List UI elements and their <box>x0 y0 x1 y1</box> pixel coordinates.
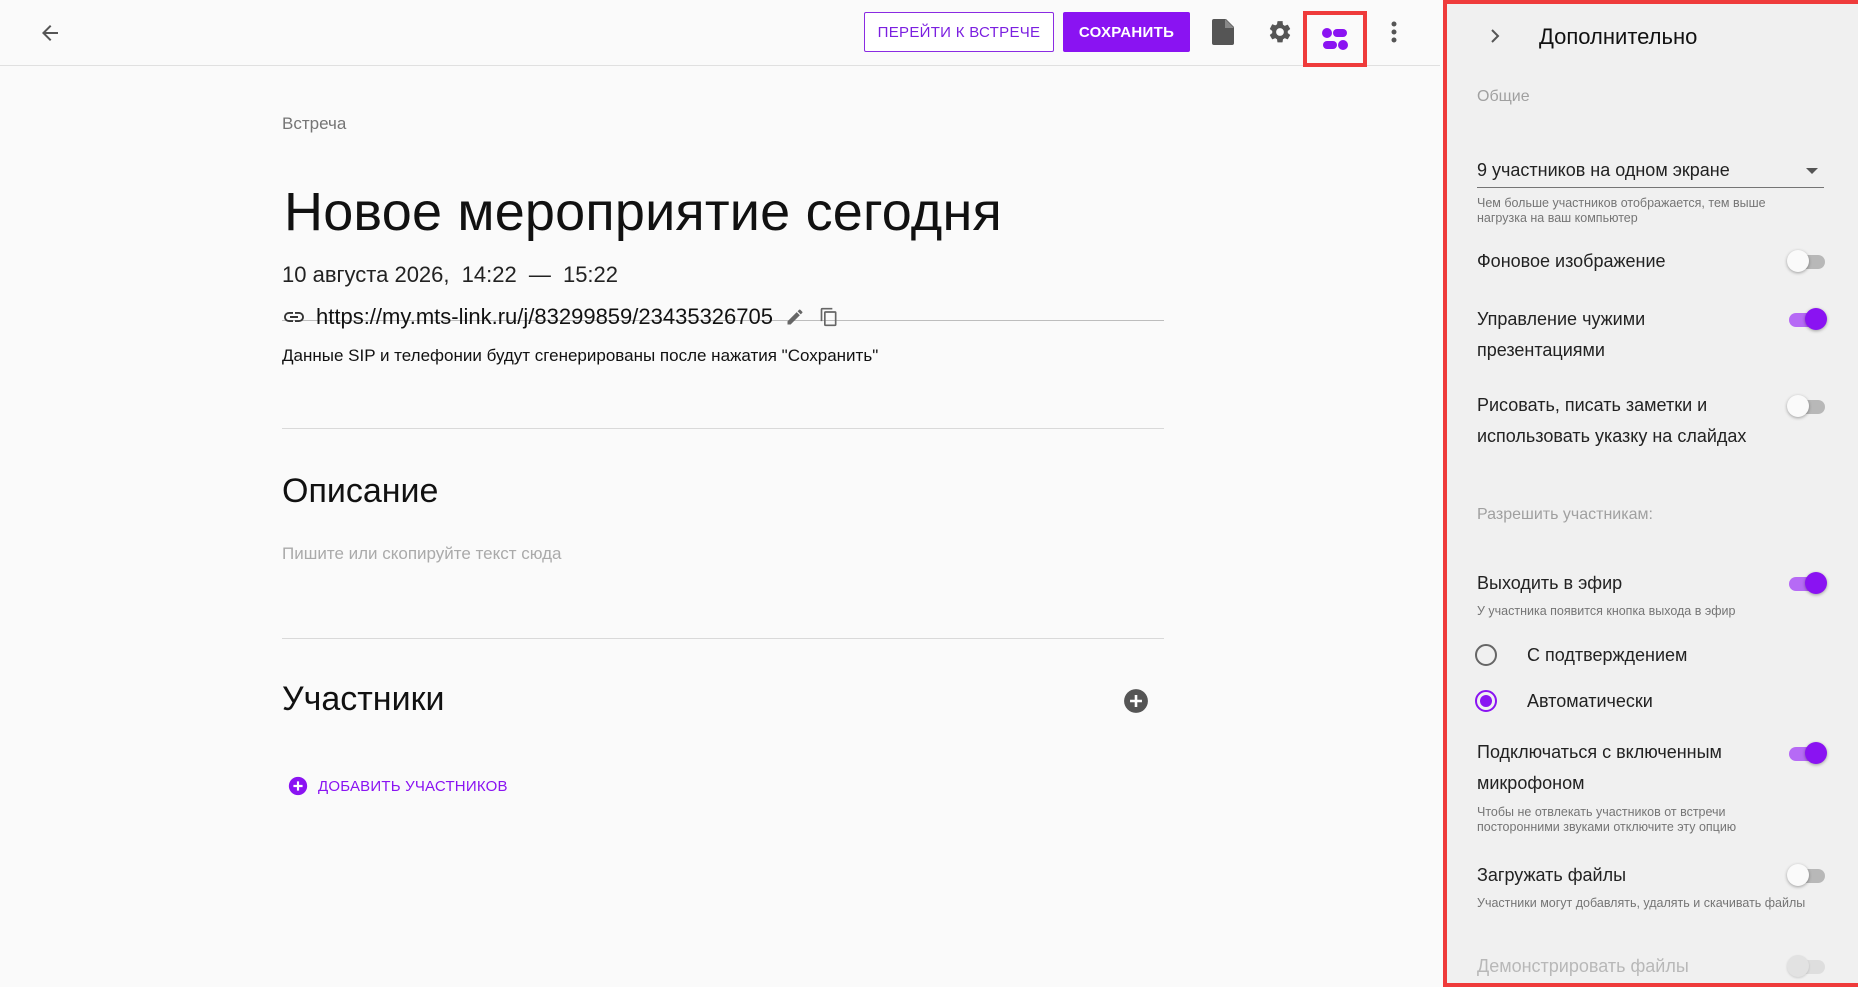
screen-layout-hint: Чем больше участников отображается, тем … <box>1477 196 1766 225</box>
bg-image-label: Фоновое изображение <box>1477 251 1666 271</box>
dropdown-arrow-icon <box>1806 168 1818 174</box>
panel-title: Дополнительно <box>1539 24 1698 49</box>
general-section-label: Общие <box>1477 88 1530 105</box>
description-input[interactable]: Пишите или скопируйте текст сюда <box>282 544 562 564</box>
radio-button-checked <box>1475 690 1497 712</box>
show-files-toggle[interactable] <box>1787 954 1827 980</box>
radio-automatic[interactable]: Автоматически <box>1475 688 1653 714</box>
manage-presentations-toggle[interactable] <box>1787 307 1827 333</box>
gear-icon <box>1269 21 1291 43</box>
upload-files-toggle[interactable] <box>1787 863 1827 889</box>
description-title: Описание <box>282 472 439 510</box>
bg-image-toggle[interactable] <box>1787 249 1827 275</box>
radio-auto-label: Автоматически <box>1527 690 1653 711</box>
participants-title: Участники <box>282 680 445 718</box>
event-kind-label: Встреча <box>282 114 347 133</box>
event-link[interactable]: https://my.mts-link.ru/j/83299859/234353… <box>316 304 773 330</box>
join-mic-label: Подключаться с включенным микрофоном <box>1477 742 1722 793</box>
more-button[interactable] <box>1376 14 1412 50</box>
draw-notes-label: Рисовать, писать заметки и использовать … <box>1477 395 1747 446</box>
radio-button <box>1475 644 1497 666</box>
event-time-start[interactable]: 14:22 <box>462 262 517 287</box>
event-title[interactable]: Новое мероприятие сегодня <box>284 162 1002 262</box>
screen-layout-select[interactable]: 9 участников на одном экране <box>1477 154 1824 188</box>
settings-button[interactable] <box>1262 14 1298 50</box>
go-on-air-toggle[interactable] <box>1787 571 1827 597</box>
chevron-right-icon[interactable] <box>1483 24 1507 48</box>
edit-icon[interactable] <box>785 307 805 327</box>
join-mic-hint: Чтобы не отвлекать участников от встречи… <box>1477 805 1737 834</box>
go-to-meeting-button[interactable]: ПЕРЕЙТИ К ВСТРЕЧЕ <box>864 12 1054 52</box>
upload-files-hint: Участники могут добавлять, удалять и ска… <box>1477 896 1806 910</box>
panel-scrollbar[interactable] <box>1850 56 1858 976</box>
divider <box>282 428 1164 429</box>
event-time-end[interactable]: 15:22 <box>563 262 618 287</box>
add-participants-label: ДОБАВИТЬ УЧАСТНИКОВ <box>318 777 508 795</box>
advanced-panel: Дополнительно Общие 9 участников на одно… <box>1443 0 1858 987</box>
event-date[interactable]: 10 августа 2026, <box>282 262 450 287</box>
radio-with-confirmation[interactable]: С подтверждением <box>1475 642 1687 668</box>
draw-notes-toggle[interactable] <box>1787 394 1827 420</box>
add-circle-icon <box>288 776 308 796</box>
upload-files-label: Загружать файлы <box>1477 865 1627 885</box>
document-button[interactable] <box>1205 14 1241 50</box>
add-circle-icon[interactable] <box>1123 688 1149 714</box>
panel-header: Дополнительно <box>1447 16 1858 56</box>
sip-note: Данные SIP и телефонии будут сгенерирова… <box>282 346 879 365</box>
copy-icon[interactable] <box>819 306 839 328</box>
join-mic-toggle[interactable] <box>1787 741 1827 767</box>
event-time-separator: — <box>528 262 551 287</box>
allow-section-label: Разрешить участникам: <box>1477 506 1653 523</box>
event-link-row: https://my.mts-link.ru/j/83299859/234353… <box>282 302 839 332</box>
screen-layout-value: 9 участников на одном экране <box>1477 160 1730 180</box>
radio-confirm-label: С подтверждением <box>1527 644 1688 665</box>
go-on-air-hint: У участника появится кнопка выхода в эфи… <box>1477 604 1736 618</box>
show-files-label: Демонстрировать файлы <box>1477 956 1689 976</box>
more-vertical-icon <box>1391 21 1397 43</box>
event-datetime: 10 августа 2026, 14:22 — 15:22 <box>282 262 624 288</box>
document-icon <box>1212 19 1234 45</box>
top-toolbar: ПЕРЕЙТИ К ВСТРЕЧЕ СОХРАНИТЬ <box>0 0 1440 67</box>
add-participants-button[interactable]: ДОБАВИТЬ УЧАСТНИКОВ <box>288 776 508 796</box>
back-button[interactable] <box>34 17 66 49</box>
advanced-settings-button[interactable] <box>1303 11 1367 67</box>
arrow-left-icon <box>42 25 58 41</box>
manage-presentations-label: Управление чужими презентациями <box>1477 309 1646 360</box>
save-button[interactable]: СОХРАНИТЬ <box>1063 12 1190 52</box>
go-on-air-label: Выходить в эфир <box>1477 573 1623 593</box>
divider <box>282 638 1164 639</box>
toggles-icon <box>1322 28 1348 50</box>
link-icon <box>284 312 304 322</box>
